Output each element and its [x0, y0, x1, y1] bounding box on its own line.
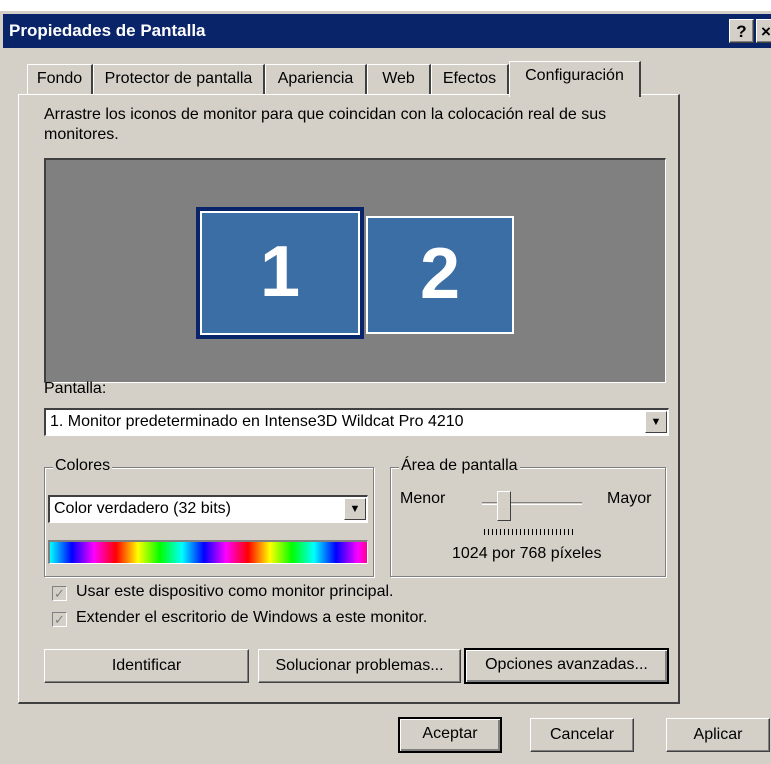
monitor-1-icon[interactable]: 1	[196, 207, 364, 339]
help-button[interactable]: ?	[729, 19, 754, 43]
display-select[interactable]: 1. Monitor predeterminado en Intense3D W…	[44, 408, 669, 436]
display-label: Pantalla:	[44, 380, 107, 397]
monitor-preview-area: 1 2	[44, 158, 666, 383]
colors-group-title: Colores	[53, 457, 113, 475]
color-palette-bar	[48, 540, 368, 564]
troubleshoot-button[interactable]: Solucionar problemas...	[258, 649, 461, 683]
extend-desktop-label: Extender el escritorio de Windows a este…	[76, 609, 428, 626]
display-properties-window: Propiedades de Pantalla ? × Fondo Protec…	[0, 11, 771, 764]
ok-button[interactable]: Aceptar	[398, 717, 502, 753]
colors-select[interactable]: Color verdadero (32 bits) ▼	[48, 495, 368, 523]
chevron-down-icon[interactable]: ▼	[645, 411, 667, 433]
window-title: Propiedades de Pantalla	[9, 21, 206, 40]
display-select-value: 1. Monitor predeterminado en Intense3D W…	[50, 413, 464, 430]
monitor-2-icon[interactable]: 2	[366, 216, 514, 334]
slider-ticks	[484, 529, 576, 535]
primary-monitor-checkbox[interactable]: ✓	[52, 586, 67, 601]
slider-max-label: Mayor	[607, 490, 652, 507]
tab-web[interactable]: Web	[367, 64, 431, 94]
chevron-down-icon[interactable]: ▼	[344, 498, 366, 520]
resolution-slider-thumb[interactable]	[497, 491, 511, 521]
instructions-text: Arrastre los iconos de monitor para que …	[44, 106, 607, 143]
colors-select-value: Color verdadero (32 bits)	[54, 500, 231, 517]
tab-fondo[interactable]: Fondo	[27, 64, 93, 94]
resolution-text: 1024 por 768 píxeles	[452, 545, 602, 562]
extend-desktop-checkbox[interactable]: ✓	[52, 612, 67, 627]
slider-min-label: Menor	[400, 490, 446, 507]
tab-configuracion[interactable]: Configuración	[509, 61, 641, 97]
close-button[interactable]: ×	[756, 19, 771, 43]
cancel-button[interactable]: Cancelar	[530, 718, 634, 752]
identify-button[interactable]: Identificar	[44, 649, 249, 683]
advanced-options-button[interactable]: Opciones avanzadas...	[464, 648, 669, 684]
title-bar[interactable]: Propiedades de Pantalla ? ×	[3, 14, 771, 48]
screen-area-group-title: Área de pantalla	[399, 457, 520, 475]
tab-protector-de-pantalla[interactable]: Protector de pantalla	[93, 64, 265, 94]
primary-monitor-label: Usar este dispositivo como monitor princ…	[76, 583, 394, 600]
tab-apariencia[interactable]: Apariencia	[265, 64, 367, 94]
apply-button[interactable]: Aplicar	[666, 718, 770, 752]
tab-efectos[interactable]: Efectos	[431, 64, 509, 94]
